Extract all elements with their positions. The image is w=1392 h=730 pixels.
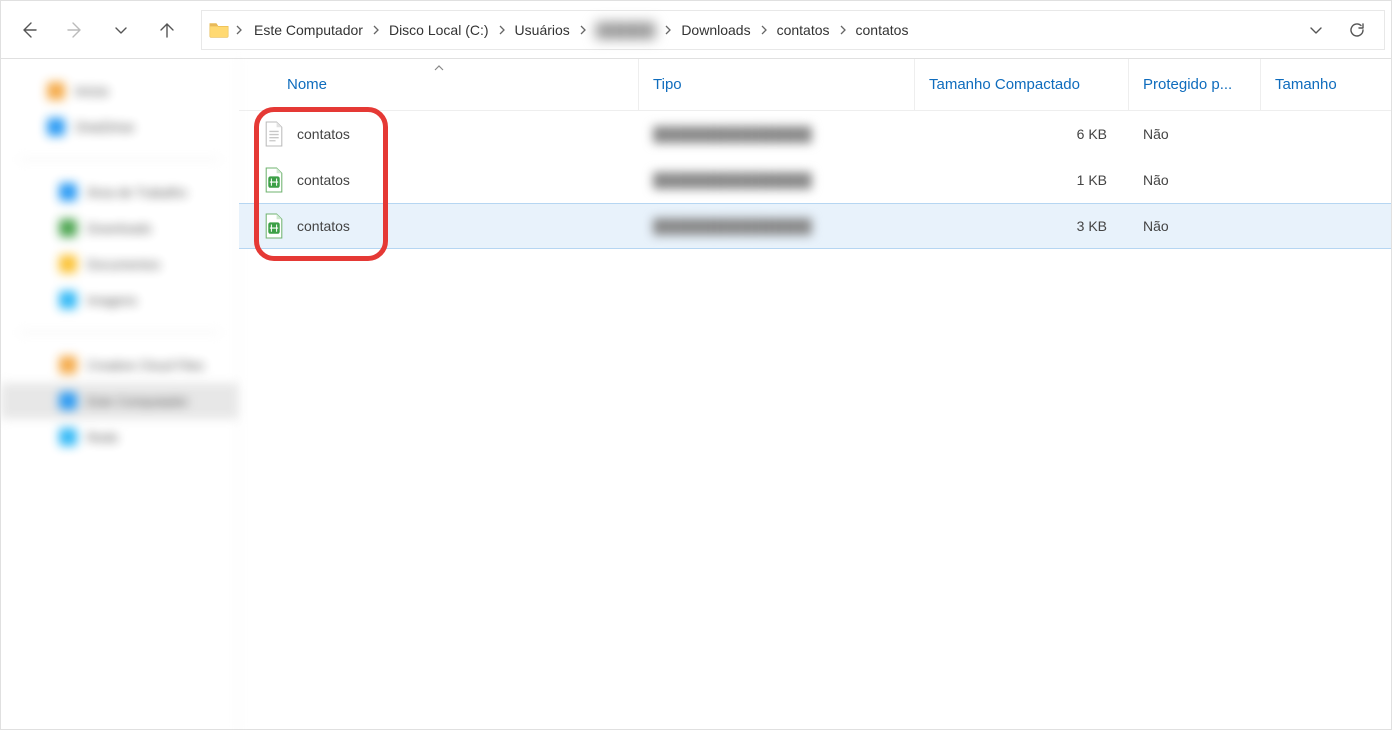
sidebar-separator bbox=[19, 159, 220, 160]
sidebar-item-icon bbox=[59, 356, 77, 374]
file-protected: Não bbox=[1143, 126, 1169, 142]
sidebar-item[interactable]: OneDrive bbox=[1, 109, 238, 145]
sidebar-item[interactable]: Área de Trabalho bbox=[1, 174, 238, 210]
breadcrumb-item[interactable]: contatos bbox=[771, 11, 836, 49]
file-spread-icon bbox=[263, 213, 285, 239]
column-header-name[interactable]: Nome bbox=[239, 59, 639, 110]
recent-locations-button[interactable] bbox=[99, 7, 143, 53]
file-type: ████████████████ bbox=[653, 218, 812, 234]
address-history-button[interactable] bbox=[1294, 22, 1336, 38]
column-header-size[interactable]: Tamanho bbox=[1261, 59, 1391, 110]
column-headers: Nome Tipo Tamanho Compactado Protegido p… bbox=[239, 59, 1391, 111]
chevron-down-icon bbox=[1308, 22, 1324, 38]
breadcrumb-item[interactable]: Este Computador bbox=[248, 11, 369, 49]
sidebar-item[interactable]: Rede bbox=[1, 419, 238, 455]
file-row[interactable]: contatos ████████████████ 6 KB Não bbox=[239, 111, 1391, 157]
breadcrumb-item[interactable]: Downloads bbox=[675, 11, 756, 49]
arrow-right-icon bbox=[65, 20, 85, 40]
sort-indicator-icon bbox=[434, 63, 444, 74]
sidebar-item[interactable]: Documentos bbox=[1, 246, 238, 282]
breadcrumb-separator[interactable] bbox=[369, 25, 383, 35]
file-compressed-size: 3 KB bbox=[1077, 218, 1107, 234]
sidebar-item-label: Área de Trabalho bbox=[87, 185, 187, 200]
sidebar-item-label: Creative Cloud Files bbox=[87, 358, 204, 373]
folder-icon bbox=[208, 19, 230, 41]
sidebar-item-icon bbox=[59, 428, 77, 446]
sidebar-item-label: Este Computador bbox=[87, 394, 188, 409]
chevron-down-icon bbox=[113, 22, 129, 38]
sidebar-item-label: OneDrive bbox=[75, 119, 134, 135]
column-label: Tipo bbox=[653, 76, 682, 93]
column-header-compressed-size[interactable]: Tamanho Compactado bbox=[915, 59, 1129, 110]
up-button[interactable] bbox=[145, 7, 189, 53]
sidebar-item-icon bbox=[59, 291, 77, 309]
file-generic-icon bbox=[263, 121, 285, 147]
sidebar-item[interactable]: Creative Cloud Files bbox=[1, 347, 238, 383]
breadcrumb-item[interactable]: Disco Local (C:) bbox=[383, 11, 495, 49]
sidebar-item-icon bbox=[59, 183, 77, 201]
refresh-icon bbox=[1348, 21, 1366, 39]
file-type: ████████████████ bbox=[653, 126, 812, 142]
column-header-type[interactable]: Tipo bbox=[639, 59, 915, 110]
file-name: contatos bbox=[297, 218, 350, 234]
file-protected: Não bbox=[1143, 172, 1169, 188]
breadcrumb-separator[interactable] bbox=[576, 25, 590, 35]
file-name: contatos bbox=[297, 126, 350, 142]
column-label: Tamanho Compactado bbox=[929, 76, 1080, 93]
breadcrumb-separator[interactable] bbox=[661, 25, 675, 35]
breadcrumb-separator[interactable] bbox=[757, 25, 771, 35]
address-bar[interactable]: Este Computador Disco Local (C:) Usuários █… bbox=[201, 10, 1385, 50]
arrow-up-icon bbox=[157, 20, 177, 40]
column-label: Protegido p... bbox=[1143, 76, 1232, 93]
sidebar-item[interactable]: Início bbox=[1, 73, 238, 109]
file-spread-icon bbox=[263, 167, 285, 193]
breadcrumb-separator[interactable] bbox=[495, 25, 509, 35]
sidebar-item-label: Início bbox=[75, 83, 108, 99]
file-name: contatos bbox=[297, 172, 350, 188]
back-button[interactable] bbox=[7, 7, 51, 53]
file-row[interactable]: contatos ████████████████ 3 KB Não bbox=[239, 203, 1391, 249]
sidebar-item-icon bbox=[47, 82, 65, 100]
arrow-left-icon bbox=[19, 20, 39, 40]
breadcrumb-item[interactable]: ██████ bbox=[590, 11, 662, 49]
breadcrumb-item[interactable]: Usuários bbox=[509, 11, 576, 49]
file-compressed-size: 6 KB bbox=[1077, 126, 1107, 142]
sidebar-item-label: Documentos bbox=[87, 257, 160, 272]
file-type: ████████████████ bbox=[653, 172, 812, 188]
sidebar-item[interactable]: Este Computador bbox=[1, 383, 238, 419]
breadcrumb-separator[interactable] bbox=[232, 25, 246, 35]
file-protected: Não bbox=[1143, 218, 1169, 234]
sidebar-item-label: Imagens bbox=[87, 293, 137, 308]
sidebar-item-label: Downloads bbox=[87, 221, 151, 236]
refresh-button[interactable] bbox=[1336, 21, 1378, 39]
file-row[interactable]: contatos ████████████████ 1 KB Não bbox=[239, 157, 1391, 203]
column-header-protected[interactable]: Protegido p... bbox=[1129, 59, 1261, 110]
sidebar-item-label: Rede bbox=[87, 430, 118, 445]
sidebar-item[interactable]: Imagens bbox=[1, 282, 238, 318]
toolbar: Este Computador Disco Local (C:) Usuários █… bbox=[1, 1, 1391, 59]
column-label: Nome bbox=[287, 76, 327, 93]
address-bar-actions bbox=[1294, 21, 1378, 39]
sidebar-item-icon bbox=[59, 255, 77, 273]
breadcrumb-separator[interactable] bbox=[836, 25, 850, 35]
sidebar-item-icon bbox=[59, 219, 77, 237]
breadcrumb-item[interactable]: contatos bbox=[850, 11, 915, 49]
file-list: Nome Tipo Tamanho Compactado Protegido p… bbox=[239, 59, 1391, 729]
sidebar-item-icon bbox=[47, 118, 65, 136]
sidebar-separator bbox=[19, 332, 220, 333]
navigation-sidebar: Início OneDrive Área de Trabalho Downloads D… bbox=[1, 59, 239, 729]
sidebar-item-icon bbox=[59, 392, 77, 410]
forward-button[interactable] bbox=[53, 7, 97, 53]
column-label: Tamanho bbox=[1275, 76, 1337, 93]
sidebar-item[interactable]: Downloads bbox=[1, 210, 238, 246]
file-compressed-size: 1 KB bbox=[1077, 172, 1107, 188]
